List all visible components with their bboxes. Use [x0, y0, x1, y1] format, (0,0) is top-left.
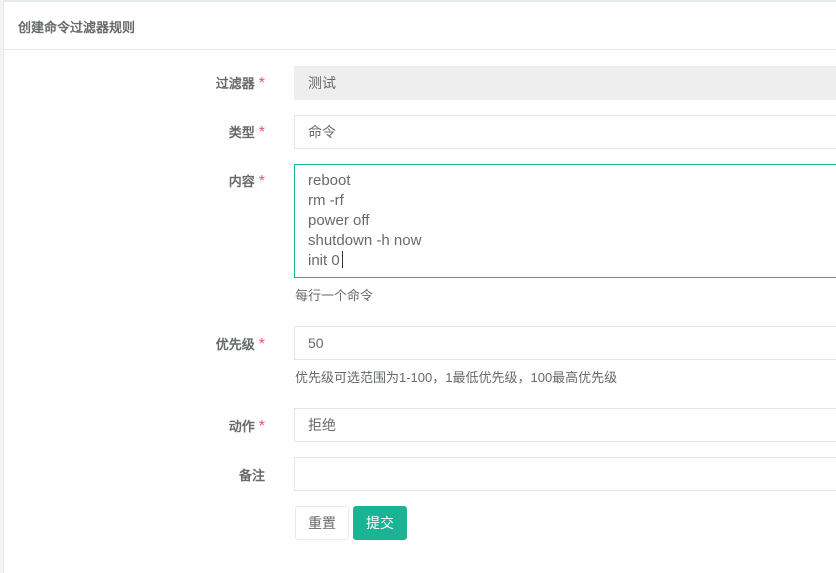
filter-label: 过滤器 *	[215, 75, 265, 92]
action-label: 动作 *	[228, 418, 265, 435]
content-line: init 0	[308, 252, 340, 269]
type-select[interactable]: 命令	[294, 115, 836, 149]
required-mark: *	[258, 173, 265, 190]
action-select[interactable]: 拒绝	[294, 408, 836, 442]
content-line: power off	[308, 212, 370, 229]
content-help: 每行一个命令	[295, 288, 374, 303]
reset-button[interactable]: 重置	[295, 506, 349, 540]
panel-title: 创建命令过滤器规则	[18, 20, 136, 35]
content-line: shutdown -h now	[308, 232, 422, 249]
content-line: rm -rf	[308, 192, 344, 209]
priority-input[interactable]: 50	[294, 326, 836, 360]
panel-header: 创建命令过滤器规则	[4, 0, 836, 50]
required-mark: *	[258, 75, 265, 92]
comment-input[interactable]	[294, 457, 836, 491]
content-textarea[interactable]: reboot rm -rf power off shutdown -h now …	[294, 164, 836, 278]
priority-label: 优先级 *	[215, 336, 265, 353]
content-line: reboot	[308, 172, 351, 189]
content-label: 内容 *	[228, 173, 265, 190]
required-mark: *	[258, 124, 265, 141]
filter-field: 测试	[294, 66, 836, 100]
comment-label: 备注	[238, 468, 265, 483]
type-label: 类型 *	[228, 124, 265, 141]
required-mark: *	[258, 418, 265, 435]
text-caret	[341, 251, 343, 268]
priority-help: 优先级可选范围为1-100，1最低优先级，100最高优先级	[295, 370, 618, 385]
submit-button[interactable]: 提交	[353, 506, 407, 540]
required-mark: *	[258, 336, 265, 353]
